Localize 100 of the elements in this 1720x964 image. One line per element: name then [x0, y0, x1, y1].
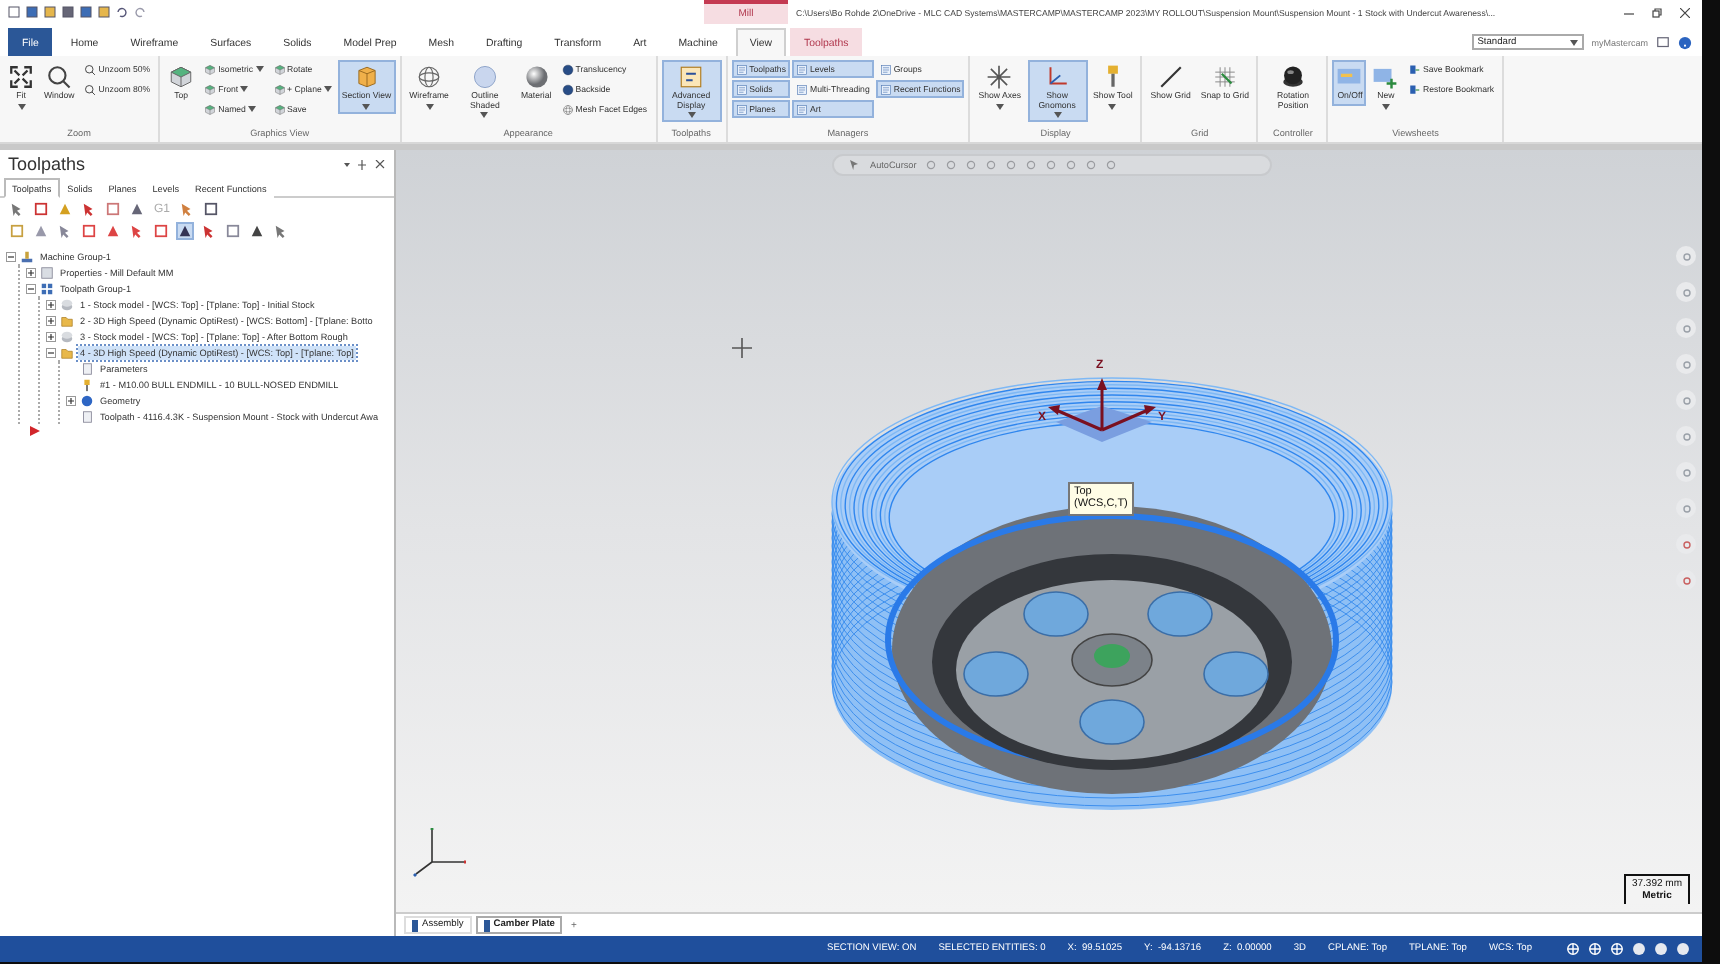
minimize-icon[interactable] [1624, 7, 1634, 17]
cube-icon [273, 63, 286, 75]
panel-controls-icon[interactable] [342, 159, 386, 169]
circle-icon [1681, 251, 1691, 261]
view-tool-button[interactable] [1676, 426, 1696, 446]
cube-icon [168, 64, 195, 90]
crosshair-circle-icon[interactable] [1588, 942, 1602, 956]
cube-icon [204, 103, 217, 115]
toolbar-button[interactable] [80, 200, 98, 218]
grid-icon [1211, 64, 1238, 90]
view-tool-button[interactable] [1676, 570, 1696, 590]
circle-icon [1681, 503, 1691, 513]
magnifier-icon [84, 63, 97, 75]
chat-icon[interactable] [1656, 35, 1670, 49]
toolbar-button[interactable] [200, 222, 218, 240]
view-tool-button[interactable] [1676, 318, 1696, 338]
view-tool-button[interactable] [1676, 534, 1696, 554]
expand-icon[interactable] [66, 395, 76, 405]
toolbar-button[interactable] [8, 200, 26, 218]
toolbar-button[interactable] [128, 222, 146, 240]
square-icon [82, 224, 96, 238]
folder-icon [60, 313, 74, 327]
document-icon [80, 361, 94, 375]
cube-icon [273, 83, 286, 95]
collapse-icon[interactable] [26, 283, 36, 293]
sphere-icon [80, 393, 94, 407]
collapse-icon[interactable] [6, 251, 16, 261]
grid-icon [40, 281, 54, 295]
expand-icon[interactable] [46, 315, 56, 325]
fit-corners-icon [8, 64, 34, 90]
circle-icon [1681, 431, 1691, 441]
panel-icon [795, 103, 808, 115]
square-icon [204, 202, 219, 216]
toolbar-button[interactable] [104, 222, 122, 240]
circle-icon [1681, 539, 1691, 549]
square-icon [10, 224, 24, 238]
cube-icon [204, 83, 217, 95]
axes-icon [1044, 64, 1071, 90]
panel-icon [879, 83, 892, 95]
toolbar-button[interactable] [80, 222, 98, 240]
panel-title: Toolpaths [8, 154, 86, 174]
circle-icon [1681, 359, 1691, 369]
view-tool-button[interactable] [1676, 246, 1696, 266]
undo-icon[interactable] [116, 6, 128, 18]
square-icon [154, 224, 168, 238]
pointer-icon [274, 224, 288, 238]
help-icon[interactable] [1678, 35, 1692, 49]
gnomon-arrows-icon [1048, 378, 1156, 442]
box-icon [353, 64, 380, 90]
toolbar-button[interactable] [176, 222, 194, 240]
expand-icon[interactable] [46, 331, 56, 341]
restore-icon[interactable] [1652, 7, 1662, 17]
sheet-icon [483, 919, 490, 931]
toolbar-button[interactable] [32, 200, 50, 218]
insert-arrow-icon [30, 426, 40, 436]
toolbar-button[interactable] [202, 200, 221, 218]
stock-icon [60, 297, 74, 311]
collapse-icon[interactable] [46, 347, 56, 357]
circle-icon [1681, 323, 1691, 333]
panel-icon [735, 63, 748, 75]
screen-icon [1336, 64, 1363, 90]
toolbar-button[interactable] [128, 200, 146, 218]
redo-icon[interactable] [134, 6, 146, 18]
machine-icon [20, 249, 34, 263]
view-tool-button[interactable] [1676, 498, 1696, 518]
close-icon[interactable] [1680, 7, 1690, 17]
magnifier-icon [46, 64, 73, 90]
sphere-icon [523, 64, 550, 90]
knob-icon [1279, 64, 1306, 90]
toolbar-button[interactable] [272, 222, 290, 240]
view-tool-button[interactable] [1676, 282, 1696, 302]
toolbar-button[interactable] [248, 222, 266, 240]
crosshair-circle-icon[interactable] [1566, 942, 1580, 956]
panel-icon [735, 83, 748, 95]
cube-icon [273, 103, 286, 115]
panel-icon [795, 63, 808, 75]
view-tool-button[interactable] [1676, 462, 1696, 482]
magnifier-icon [84, 83, 97, 95]
circle-icon [1681, 575, 1691, 585]
wire-sphere-icon [561, 103, 574, 115]
properties-icon [40, 265, 54, 279]
bookmark-icon [1408, 63, 1421, 75]
panel-icon [879, 63, 892, 75]
square-icon [226, 224, 240, 238]
sheet-icon [412, 919, 418, 931]
expand-icon[interactable] [46, 299, 56, 309]
tool-icon [80, 377, 94, 391]
caret-icon [1569, 39, 1578, 45]
circle-icon [1681, 287, 1691, 297]
display-panel-icon [678, 64, 705, 90]
sphere-icon [471, 64, 498, 90]
toolbar-button[interactable] [152, 222, 170, 240]
pointer-icon [130, 224, 144, 238]
view-tool-button[interactable] [1676, 390, 1696, 410]
square-icon [34, 202, 48, 216]
cursor-icon[interactable] [850, 160, 860, 170]
crosshair-circle-icon[interactable] [1610, 942, 1624, 956]
view-tool-button[interactable] [1676, 354, 1696, 374]
expand-icon[interactable] [26, 267, 36, 277]
document-icon [80, 409, 94, 423]
